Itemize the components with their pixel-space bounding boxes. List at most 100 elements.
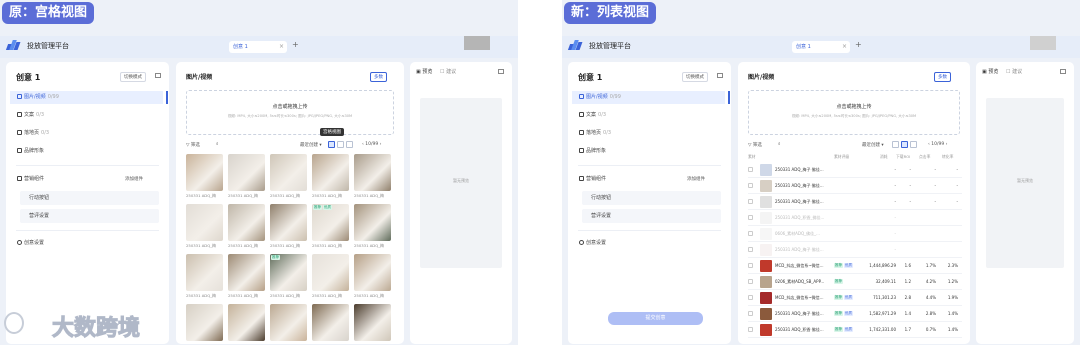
- media-thumbnail[interactable]: [228, 304, 265, 341]
- compact-view-icon[interactable]: [346, 141, 353, 148]
- media-thumbnail[interactable]: [186, 304, 223, 341]
- switch-mode-button[interactable]: 切换模式: [682, 72, 708, 82]
- search-icon[interactable]: ⌕: [216, 141, 219, 147]
- app-title: 投放管理平台: [27, 42, 69, 50]
- media-thumbnail[interactable]: [312, 304, 349, 341]
- submit-creative-button[interactable]: 提交创意: [608, 312, 703, 325]
- table-row[interactable]: 250331 ADQ_梅子 佛佳... - - - -: [748, 162, 962, 178]
- table-row[interactable]: 250331 ADQ_梅子 佛佳... 推荐 优质 1,582,971.29 1.4 2.…: [748, 306, 962, 322]
- tab-suggest[interactable]: ☐ 建议: [440, 68, 456, 75]
- sort-dropdown[interactable]: 最近创建 ▾: [862, 142, 884, 148]
- upload-dropzone[interactable]: 点击或拖拽上传 视频: MP4, 大小≤200M, 5s≤时长≤300s; 图片…: [748, 90, 960, 135]
- filter-button[interactable]: ▽ 筛选: [748, 142, 762, 148]
- list-view-icon[interactable]: [901, 141, 908, 148]
- image-icon: [17, 93, 22, 99]
- close-icon[interactable]: ×: [842, 41, 847, 53]
- media-thumbnail[interactable]: [270, 154, 307, 191]
- row-checkbox[interactable]: [748, 199, 753, 204]
- row-checkbox[interactable]: [748, 295, 753, 300]
- tab-creative[interactable]: 创意 1 ×: [229, 41, 287, 53]
- tab-creative[interactable]: 创意 1 ×: [792, 41, 850, 53]
- sidebar-item-copy[interactable]: 文案 0/3: [10, 109, 163, 122]
- sub-item-review[interactable]: 营评设置: [582, 209, 721, 223]
- filter-button[interactable]: ▽ 筛选: [186, 142, 200, 148]
- table-row[interactable]: 250331 ADQ_积香_佛佳... -: [748, 210, 962, 226]
- grid-view-icon[interactable]: [892, 141, 899, 148]
- row-checkbox[interactable]: [748, 215, 753, 220]
- row-checkbox[interactable]: [748, 311, 753, 316]
- media-thumbnail[interactable]: [312, 254, 349, 291]
- list-view-icon[interactable]: [337, 141, 344, 148]
- sidebar-item-settings[interactable]: 创意设置: [10, 237, 163, 250]
- table-row[interactable]: MCD_抖店_微信系~微信... 推荐 优质 1,444,896.29 1.6 1.7% 2…: [748, 258, 962, 274]
- sidebar-item-landing[interactable]: 落地页 0/3: [10, 127, 163, 140]
- sidebar-item-media[interactable]: 图片/视频 0/99: [572, 91, 730, 104]
- add-tab-button[interactable]: +: [855, 40, 862, 49]
- row-ctr: 4.4%: [925, 295, 936, 300]
- sort-dropdown[interactable]: 最近创建 ▾: [300, 142, 322, 148]
- upload-dropzone[interactable]: 点击或拖拽上传 视频: MP4, 大小≤200M, 5s≤时长≤300s; 图片…: [186, 90, 394, 135]
- pager[interactable]: ‹ 10/99 ›: [362, 142, 381, 147]
- sidebar-item-brand[interactable]: 品牌形象: [10, 145, 163, 158]
- table-row[interactable]: 250331 ADQ_梅子 佛佳... - - - -: [748, 194, 962, 210]
- media-thumbnail[interactable]: [228, 154, 265, 191]
- switch-mode-button[interactable]: 切换模式: [120, 72, 146, 82]
- media-thumbnail[interactable]: [354, 304, 391, 341]
- pager[interactable]: ‹ 10/99 ›: [928, 142, 947, 147]
- media-thumbnail[interactable]: [186, 204, 223, 241]
- tab-suggest[interactable]: ☐ 建议: [1006, 68, 1022, 75]
- close-icon[interactable]: ×: [279, 41, 284, 53]
- collapse-icon[interactable]: [717, 73, 723, 78]
- avatar[interactable]: [464, 36, 490, 50]
- row-checkbox[interactable]: [748, 279, 753, 284]
- media-thumbnail[interactable]: [354, 154, 391, 191]
- compact-view-icon[interactable]: [910, 141, 917, 148]
- multi-select-button[interactable]: 多数: [370, 72, 387, 82]
- avatar[interactable]: [1030, 36, 1056, 50]
- row-checkbox[interactable]: [748, 231, 753, 236]
- collapse-icon[interactable]: [155, 73, 161, 78]
- media-thumbnail[interactable]: [354, 254, 391, 291]
- media-thumbnail[interactable]: [354, 204, 391, 241]
- media-thumbnail[interactable]: [186, 254, 223, 291]
- media-thumbnail[interactable]: [186, 154, 223, 191]
- sidebar-item-brand[interactable]: 品牌形象: [572, 145, 725, 158]
- row-checkbox[interactable]: [748, 183, 753, 188]
- add-component-button[interactable]: 添加组件: [684, 175, 708, 183]
- thumbnail-caption: 250331 ADQ_梅: [354, 293, 384, 298]
- tab-preview[interactable]: ▣ 预览: [416, 68, 432, 75]
- table-row[interactable]: 0206_素材ADQ_SB_APP... 推荐 32,409.11 1.2 4.2% 1.…: [748, 274, 962, 290]
- grid-view-icon[interactable]: [328, 141, 335, 148]
- table-row[interactable]: 0606_素材ADQ_佛佳_... -: [748, 226, 962, 242]
- sidebar-item-settings[interactable]: 创意设置: [572, 237, 725, 250]
- add-component-button[interactable]: 添加组件: [122, 175, 146, 183]
- table-row[interactable]: 250331 ADQ_梅子 佛佳... -: [748, 242, 962, 258]
- sub-item-cta[interactable]: 行动按钮: [582, 191, 721, 205]
- table-row[interactable]: MCD_抖店_微信系~微信... 推荐 优质 711,301.23 2.8 4.4% 1.9…: [748, 290, 962, 306]
- row-checkbox[interactable]: [748, 327, 753, 332]
- media-thumbnail[interactable]: [312, 154, 349, 191]
- tab-preview[interactable]: ▣ 预览: [982, 68, 998, 75]
- sub-item-review[interactable]: 营评设置: [20, 209, 159, 223]
- collapse-icon[interactable]: [498, 69, 504, 74]
- add-tab-button[interactable]: +: [292, 40, 299, 49]
- app-logo-icon: [5, 40, 21, 50]
- media-thumbnail[interactable]: [270, 304, 307, 341]
- search-icon[interactable]: ⌕: [778, 141, 781, 147]
- table-row[interactable]: 250331 ADQ_积香 佛佳... 推荐 优质 1,742,331.00 1.7 0.…: [748, 322, 962, 338]
- sidebar-item-landing[interactable]: 落地页 0/3: [572, 127, 725, 140]
- row-spend: 1,444,896.29: [869, 263, 896, 268]
- media-thumbnail[interactable]: [228, 204, 265, 241]
- row-checkbox[interactable]: [748, 167, 753, 172]
- row-checkbox[interactable]: [748, 247, 753, 252]
- sidebar-item-media[interactable]: 图片/视频 0/99: [10, 91, 168, 104]
- menu-count: 0/99: [47, 94, 59, 100]
- collapse-icon[interactable]: [1060, 69, 1066, 74]
- media-thumbnail[interactable]: [270, 204, 307, 241]
- media-thumbnail[interactable]: [228, 254, 265, 291]
- row-checkbox[interactable]: [748, 263, 753, 268]
- sub-item-cta[interactable]: 行动按钮: [20, 191, 159, 205]
- multi-select-button[interactable]: 多数: [934, 72, 951, 82]
- table-row[interactable]: 250331 ADQ_梅子 佛佳... - - - -: [748, 178, 962, 194]
- sidebar-item-copy[interactable]: 文案 0/3: [572, 109, 725, 122]
